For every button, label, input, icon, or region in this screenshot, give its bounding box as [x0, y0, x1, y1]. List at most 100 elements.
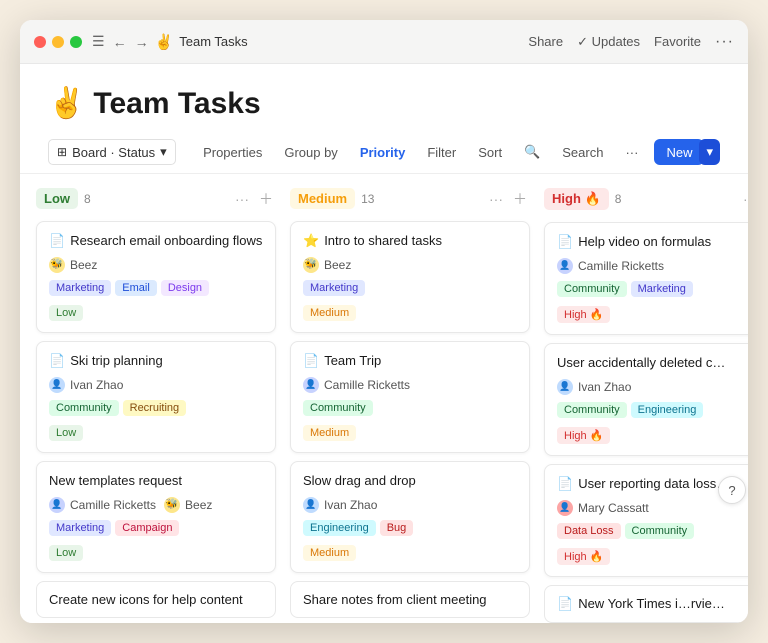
card-med-3[interactable]: Slow drag and drop 👤 Ivan Zhao Engineeri… — [290, 461, 530, 573]
avatar-camille: 👤 — [49, 497, 65, 513]
col-count-low: 8 — [84, 192, 91, 206]
card-med-4[interactable]: Share notes from client meeting — [290, 581, 530, 618]
col-label-medium: Medium — [290, 188, 355, 209]
col-more-high[interactable]: ··· — [740, 189, 748, 209]
card-title: ⭐ Intro to shared tasks — [303, 233, 517, 250]
filter-button[interactable]: Filter — [421, 141, 462, 164]
search-button[interactable]: Search — [556, 141, 609, 164]
card-meta: 🐝 Beez — [303, 257, 517, 273]
titlebar: ☰ ← → ✌️ Team Tasks Share ✓ Updates Favo… — [20, 20, 748, 64]
card-med-2[interactable]: 📄 Team Trip 👤 Camille Ricketts Community… — [290, 341, 530, 453]
card-tags: Community — [303, 400, 517, 416]
tag-marketing: Marketing — [303, 280, 365, 296]
board-icon: ⊞ — [57, 145, 67, 159]
forward-button[interactable]: → — [135, 34, 149, 50]
page-emoji: ✌️ — [155, 33, 174, 51]
card-meta: 👤 Camille Ricketts — [303, 377, 517, 393]
board-label: Board · Status — [72, 145, 155, 160]
card-tags: Community Marketing — [557, 281, 748, 297]
card-meta: 👤 Ivan Zhao — [303, 497, 517, 513]
card-low-2[interactable]: 📄 Ski trip planning 👤 Ivan Zhao Communit… — [36, 341, 276, 453]
card-title-text: Research email onboarding flows — [70, 233, 262, 250]
priority-badge: Medium — [303, 545, 356, 561]
menu-icon[interactable]: ☰ — [92, 33, 105, 50]
col-actions-high: ··· ＋ — [740, 189, 748, 209]
col-more-medium[interactable]: ··· — [486, 189, 506, 209]
card-low-3[interactable]: New templates request 👤 Camille Ricketts… — [36, 461, 276, 573]
column-high: High 🔥 8 ··· ＋ 📄 Help video on formulas … — [544, 188, 748, 623]
card-meta: 👤 Ivan Zhao — [49, 377, 263, 393]
priority-badge: High 🔥 — [557, 306, 610, 323]
priority-badge: Medium — [303, 425, 356, 441]
toolbar-more-button[interactable]: ··· — [619, 141, 644, 164]
new-button[interactable]: New — [654, 139, 704, 165]
col-header-low: Low 8 ··· ＋ — [36, 188, 276, 209]
card-title-text: New York Times i…rvie… — [578, 596, 725, 611]
column-low: Low 8 ··· ＋ 📄 Research email onboarding … — [36, 188, 276, 618]
avatar: 👤 — [557, 379, 573, 395]
col-count-high: 8 — [615, 192, 622, 206]
board-status-button[interactable]: ⊞ Board · Status ▾ — [48, 139, 176, 165]
back-button[interactable]: ← — [113, 34, 127, 50]
priority-button[interactable]: Priority — [354, 141, 412, 164]
card-title-text: New templates request — [49, 473, 182, 490]
col-add-low[interactable]: ··· — [232, 189, 252, 209]
search-icon[interactable]: 🔍 — [518, 140, 546, 164]
star-icon: ⭐ — [303, 233, 319, 250]
card-tags: Community Engineering — [557, 402, 748, 418]
card-med-1[interactable]: ⭐ Intro to shared tasks 🐝 Beez Marketing… — [290, 221, 530, 333]
priority-badge: Low — [49, 545, 83, 561]
card-tags: Marketing Email Design — [49, 280, 263, 296]
card-high-2[interactable]: User accidentally deleted c… 👤 Ivan Zhao… — [544, 343, 748, 456]
tag-campaign: Campaign — [115, 520, 179, 536]
card-title-text: Share notes from client meeting — [303, 592, 487, 607]
col-actions-medium: ··· ＋ — [486, 189, 530, 209]
card-title: Slow drag and drop — [303, 473, 517, 490]
priority-badge: High 🔥 — [557, 427, 610, 444]
card-doc-icon: 📄 — [557, 476, 573, 493]
card-user: Ivan Zhao — [324, 498, 377, 512]
card-user: Camille Ricketts — [578, 259, 664, 273]
card-high-3[interactable]: 📄 User reporting data loss… 👤 Mary Cassa… — [544, 464, 748, 577]
card-title: 📄 Ski trip planning — [49, 353, 263, 370]
tag-community: Community — [625, 523, 695, 539]
maximize-button[interactable] — [70, 36, 82, 48]
new-dropdown-arrow[interactable]: ▾ — [699, 139, 720, 165]
col-count-medium: 13 — [361, 192, 374, 206]
card-user: Camille Ricketts — [70, 498, 156, 512]
avatar-beez: 🐝 — [164, 497, 180, 513]
share-button[interactable]: Share — [528, 34, 563, 49]
card-high-4[interactable]: 📄 New York Times i…rvie… — [544, 585, 748, 623]
card-user: Beez — [70, 258, 97, 272]
card-meta: 👤 Mary Cassatt — [557, 500, 748, 516]
priority-badge: Low — [49, 425, 83, 441]
card-tags: Community Recruiting — [49, 400, 263, 416]
updates-button[interactable]: ✓ Updates — [577, 34, 640, 50]
tag-recruiting: Recruiting — [123, 400, 187, 416]
new-button-group: New ▾ — [654, 139, 720, 165]
card-user: Mary Cassatt — [578, 501, 649, 515]
favorite-button[interactable]: Favorite — [654, 34, 701, 49]
app-window: ☰ ← → ✌️ Team Tasks Share ✓ Updates Favo… — [20, 20, 748, 623]
tag-design: Design — [161, 280, 209, 296]
col-actions-low: ··· ＋ — [232, 189, 276, 209]
more-options-button[interactable]: ··· — [715, 33, 734, 51]
col-header-high: High 🔥 8 ··· ＋ — [544, 188, 748, 210]
card-low-1[interactable]: 📄 Research email onboarding flows 🐝 Beez… — [36, 221, 276, 333]
priority-badge: Low — [49, 305, 83, 321]
priority-badge: High 🔥 — [557, 548, 610, 565]
card-high-1[interactable]: 📄 Help video on formulas 👤 Camille Ricke… — [544, 222, 748, 335]
minimize-button[interactable] — [52, 36, 64, 48]
tag-community: Community — [49, 400, 119, 416]
card-meta: 👤 Ivan Zhao — [557, 379, 748, 395]
help-button[interactable]: ? — [718, 476, 746, 504]
avatar: 🐝 — [49, 257, 65, 273]
col-add-medium[interactable]: ＋ — [510, 189, 530, 209]
close-button[interactable] — [34, 36, 46, 48]
avatar: 👤 — [303, 497, 319, 513]
properties-button[interactable]: Properties — [197, 141, 268, 164]
card-title-text: Team Trip — [324, 353, 381, 370]
col-more-low[interactable]: ＋ — [256, 189, 276, 209]
card-low-4[interactable]: Create new icons for help content — [36, 581, 276, 618]
sort-button[interactable]: Sort — [472, 141, 508, 164]
